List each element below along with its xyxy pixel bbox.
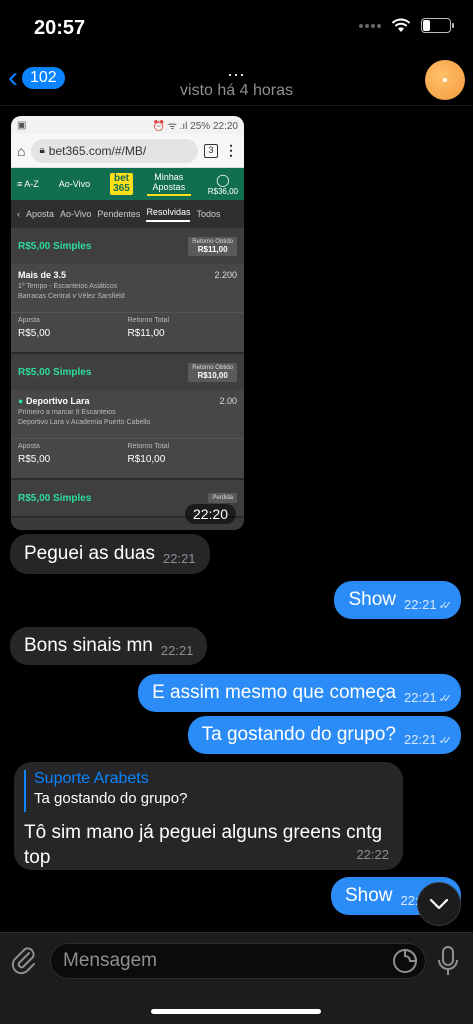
chat-header: ‹ 102 ... visto há 4 horas <box>0 56 473 106</box>
message-text: Ta gostando do grupo? <box>201 724 397 745</box>
nav-minhas-apostas: Minhas Apostas <box>146 172 191 196</box>
chat-title-area[interactable]: ... visto há 4 horas <box>0 60 473 100</box>
signal-icon <box>359 23 381 28</box>
screenshot-status-bar: ▣ ⏰ ᯤ .ıl 25% 22:20 <box>11 116 244 134</box>
chevron-down-icon <box>429 898 449 910</box>
reply-quoted-text: Ta gostando do grupo? <box>34 790 188 807</box>
message-composer <box>0 932 473 1024</box>
bet-stake: Aposta R$5,00 <box>18 317 51 339</box>
outgoing-message[interactable]: Ta gostando do grupo? 22:21 ✓✓ <box>187 716 461 754</box>
last-seen-status: visto há 4 horas <box>180 82 293 99</box>
avatar[interactable] <box>425 60 465 100</box>
battery-icon <box>421 18 454 33</box>
message-time: 22:22 <box>356 847 389 862</box>
user-icon: ◯ <box>216 172 230 187</box>
status-icons <box>359 18 454 33</box>
message-input[interactable] <box>50 943 426 979</box>
screenshot-app-icon: ▣ <box>17 119 27 131</box>
bet-market: Primeiro a marcar 9 Escanteios <box>18 409 116 416</box>
double-check-icon: ✓✓ <box>438 692 453 705</box>
home-icon: ⌂ <box>17 142 26 159</box>
bet-selection: ● Deportivo Lara <box>18 396 90 406</box>
incoming-message[interactable]: Peguei as duas 22:21 <box>10 534 210 574</box>
message-time: 22:21 ✓✓ <box>404 689 453 705</box>
bet-odds: 2.200 <box>214 270 237 280</box>
message-time: 22:20 <box>184 504 236 524</box>
nav-balance: ◯ R$36,00 <box>207 172 238 196</box>
sticker-icon[interactable] <box>392 948 418 974</box>
bet-return-badge: Retorno Obtido R$11,00 <box>188 236 237 256</box>
bet-card: R$5,00 Simples Retorno Obtido R$11,00 Mai… <box>11 228 244 354</box>
message-time: 22:21 ✓✓ <box>404 596 453 612</box>
reply-author: Suporte Arabets <box>34 770 149 787</box>
bet-odds: 2.00 <box>219 396 237 406</box>
bet-return-badge: Perdida <box>208 493 237 503</box>
bet-event: Deportivo Lara v Academia Puerto Cabello <box>18 419 151 426</box>
message-text: Tô sim mano já peguei alguns greens cntg… <box>24 822 383 868</box>
nav-az: ≡ A-Z <box>17 179 39 189</box>
screenshot-status-right: ⏰ ᯤ .ıl 25% 22:20 <box>152 121 238 132</box>
message-text: Bons sinais mn <box>24 635 153 656</box>
screenshot-subnav: ‹ Aposta Ao-Vivo Pendentes Resolvidas To… <box>11 200 244 228</box>
microphone-icon[interactable] <box>437 945 459 977</box>
message-time: 22:21 ✓✓ <box>404 731 453 747</box>
bet-return-badge: Retorno Obtido R$10,00 <box>188 362 237 382</box>
message-text: Peguei as duas <box>24 543 155 564</box>
double-check-icon: ✓✓ <box>438 599 453 612</box>
incoming-message[interactable]: Bons sinais mn 22:21 <box>10 627 208 665</box>
bet-title: R$5,00 Simples <box>18 492 92 504</box>
outgoing-message[interactable]: E assim mesmo que começa 22:21 ✓✓ <box>138 674 461 712</box>
check-circle-icon: ● <box>18 396 24 406</box>
status-bar: 20:57 <box>0 0 473 56</box>
bet-total: Retorno Total R$11,00 <box>127 317 170 339</box>
double-check-icon: ✓✓ <box>438 734 453 747</box>
incoming-reply-message[interactable]: Suporte Arabets Ta gostando do grupo? Tô… <box>14 762 403 870</box>
lock-icon: 🔒︎ <box>39 145 45 156</box>
screenshot-url-bar: ⌂ 🔒︎ bet365.com/#/MB/ 3 ⋮ <box>11 134 244 168</box>
bet-market: 1º Tempo - Escanteios Asiáticos <box>18 283 118 290</box>
message-text: Show <box>345 885 393 906</box>
tabs-count-icon: 3 <box>204 143 218 158</box>
message-time: 22:21 <box>160 642 194 658</box>
bet-selection: Mais de 3.5 <box>18 270 67 280</box>
bet-title: R$5,00 Simples <box>18 366 92 378</box>
reply-quote[interactable]: Suporte Arabets Ta gostando do grupo? <box>24 770 393 812</box>
bet-stake: Aposta R$5,00 <box>18 443 51 465</box>
message-time: 22:21 <box>163 550 196 566</box>
nav-ao-vivo: Ao-Vivo <box>58 179 91 189</box>
scroll-down-button[interactable] <box>417 882 461 926</box>
bet-event: Barracas Central v Vélez Sarsfield <box>18 293 125 300</box>
wifi-icon <box>391 18 411 32</box>
more-vertical-icon: ⋮ <box>224 142 238 158</box>
bet-title: R$5,00 Simples <box>18 240 92 252</box>
message-text: E assim mesmo que começa <box>152 682 397 703</box>
bet-card: R$5,00 Simples Retorno Obtido R$10,00 ● D… <box>11 354 244 480</box>
typing-indicator: ... <box>227 60 246 80</box>
screenshot-url: 🔒︎ bet365.com/#/MB/ <box>31 138 198 163</box>
bet365-logo: bet 365 <box>110 173 133 195</box>
outgoing-message[interactable]: Show 22:21 ✓✓ <box>334 581 461 619</box>
paperclip-icon[interactable] <box>10 945 38 975</box>
image-message[interactable]: ▣ ⏰ ᯤ .ıl 25% 22:20 ⌂ 🔒︎ bet365.com/#/MB… <box>11 116 244 530</box>
message-text: Show <box>348 589 397 610</box>
screenshot-nav: ≡ A-Z Ao-Vivo bet 365 Minhas Apostas ◯ R… <box>11 168 244 200</box>
bet-total: Retorno Total R$10,00 <box>127 443 170 465</box>
status-time: 20:57 <box>34 17 86 39</box>
home-indicator <box>151 1009 321 1014</box>
